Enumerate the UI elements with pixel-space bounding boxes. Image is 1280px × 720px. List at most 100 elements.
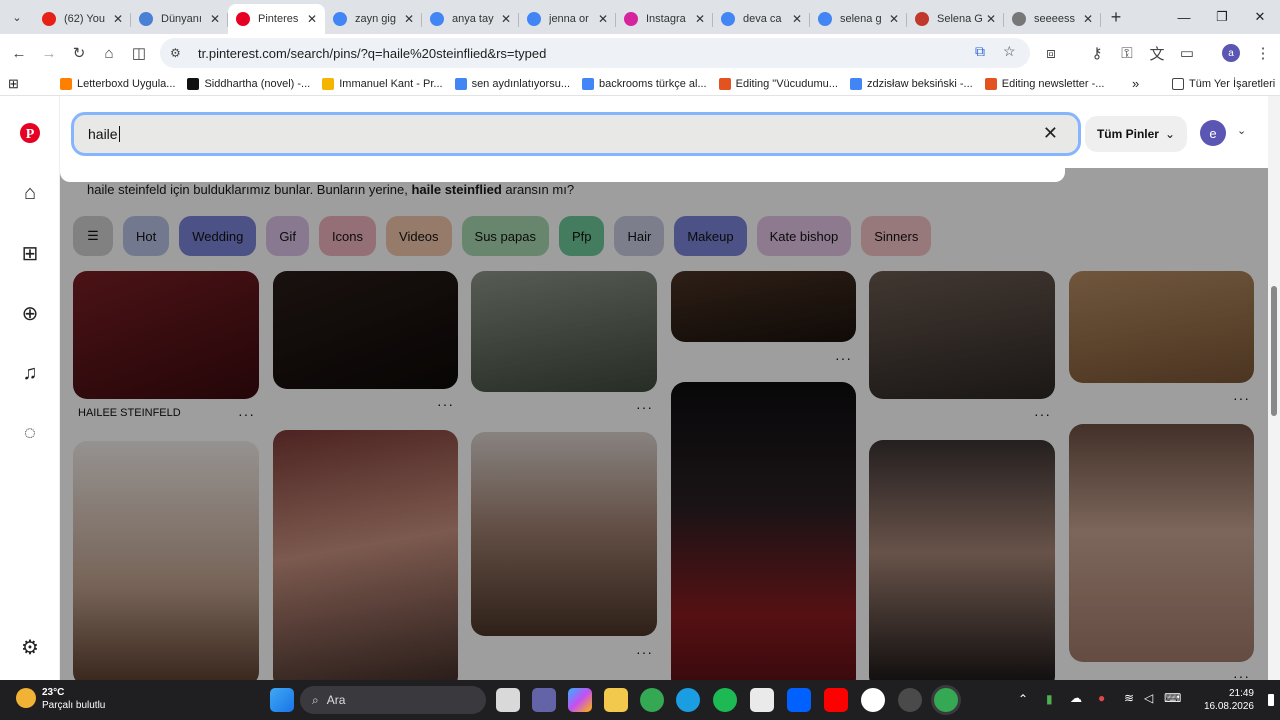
- notifications-bell-icon[interactable]: ♫: [17, 360, 43, 386]
- page-icon: [139, 12, 153, 26]
- reload-button[interactable]: ↻: [64, 38, 94, 68]
- sidepanel-icon[interactable]: ◫: [124, 38, 154, 68]
- new-tab-button[interactable]: +: [1101, 7, 1131, 28]
- bookmark-favicon-icon: [718, 77, 731, 90]
- weather-widget[interactable]: 23°C Parçalı bulutlu: [16, 686, 105, 712]
- filter-dropdown[interactable]: Tüm Pinler ⌄: [1085, 116, 1187, 152]
- app-icon[interactable]: [898, 688, 922, 712]
- key-icon[interactable]: ⚿: [1112, 38, 1142, 68]
- browser-tab[interactable]: Pinteres ✕: [228, 4, 325, 34]
- tray-chevron-icon[interactable]: ⌃: [1018, 692, 1028, 706]
- search-input[interactable]: haile ✕: [71, 112, 1081, 156]
- bookmark-item[interactable]: backrooms türkçe al...: [582, 77, 707, 90]
- close-window-button[interactable]: ✕: [1240, 0, 1280, 34]
- browser-tab[interactable]: (62) You ✕: [34, 4, 131, 34]
- page-scrollbar[interactable]: [1268, 96, 1280, 680]
- bookmark-item[interactable]: Letterboxd Uygula...: [60, 77, 175, 90]
- close-tab-icon[interactable]: ✕: [792, 12, 802, 26]
- bookmark-item[interactable]: sen aydınlatıyorsu...: [454, 77, 570, 90]
- notification-icon[interactable]: [1268, 694, 1274, 706]
- translate-icon[interactable]: 文: [1142, 38, 1172, 68]
- bookmark-item[interactable]: Editing "Vücudumu...: [718, 77, 838, 90]
- store-icon[interactable]: [750, 688, 774, 712]
- task-view-icon[interactable]: [496, 688, 520, 712]
- close-tab-icon[interactable]: ✕: [598, 12, 608, 26]
- dropbox-icon[interactable]: [787, 688, 811, 712]
- chatgpt-icon[interactable]: [861, 688, 885, 712]
- close-tab-icon[interactable]: ✕: [404, 12, 414, 26]
- keyboard-icon[interactable]: ⌨: [1164, 691, 1181, 705]
- bookmark-item[interactable]: Immanuel Kant - Pr...: [322, 77, 443, 90]
- forward-button[interactable]: →: [34, 38, 64, 68]
- tab-title: Dünyanı: [161, 13, 202, 25]
- edge-icon[interactable]: [676, 688, 700, 712]
- pinterest-page: P ⌂ ⊞ ⊕ ♫ ◌ ⚙ haile steinfeld için buldu…: [0, 96, 1280, 680]
- browser-profile-avatar[interactable]: a: [1222, 44, 1240, 62]
- browser-tab[interactable]: Instagra ✕: [616, 4, 713, 34]
- bookmark-item[interactable]: Siddhartha (novel) -...: [187, 77, 310, 90]
- messages-icon[interactable]: ◌: [17, 420, 43, 446]
- password-icon[interactable]: ⚷: [1082, 38, 1112, 68]
- close-tab-icon[interactable]: ✕: [986, 12, 996, 26]
- extensions-icon[interactable]: ⧈: [1036, 38, 1066, 68]
- bookmark-star-icon[interactable]: ☆: [1003, 43, 1016, 60]
- more-bookmarks-icon[interactable]: »: [1132, 76, 1139, 91]
- avatar[interactable]: e: [1200, 120, 1226, 146]
- bookmark-item[interactable]: Editing newsletter -...: [984, 77, 1104, 90]
- browser-tab[interactable]: Selena G ✕: [907, 4, 1004, 34]
- scrollbar-thumb[interactable]: [1271, 286, 1277, 416]
- wifi-icon[interactable]: ≋: [1124, 691, 1134, 705]
- create-icon[interactable]: ⊕: [17, 300, 43, 326]
- back-button[interactable]: ←: [4, 38, 34, 68]
- clear-search-icon[interactable]: ✕: [1043, 123, 1058, 144]
- browser-tab[interactable]: deva ca ✕: [713, 4, 810, 34]
- youtube-icon[interactable]: [824, 688, 848, 712]
- battery-icon[interactable]: ▮: [1046, 692, 1053, 706]
- tab-search-button[interactable]: ⌄: [0, 0, 34, 34]
- tab-list: (62) You ✕ Dünyanı ✕ Pinteres ✕ zayn gig ✕ anya …: [34, 0, 1101, 34]
- browser-tab[interactable]: jenna or ✕: [519, 4, 616, 34]
- browser-tab[interactable]: Dünyanı ✕: [131, 4, 228, 34]
- maximize-button[interactable]: ❐: [1202, 0, 1242, 34]
- site-info-icon[interactable]: ⚙: [170, 46, 190, 60]
- home-button[interactable]: ⌂: [94, 38, 124, 68]
- explore-icon[interactable]: ⊞: [17, 240, 43, 266]
- close-tab-icon[interactable]: ✕: [210, 12, 220, 26]
- close-tab-icon[interactable]: ✕: [695, 12, 705, 26]
- address-bar[interactable]: ⚙ tr.pinterest.com/search/pins/?q=haile%…: [160, 38, 1030, 68]
- browser-tab[interactable]: seeeess ✕: [1004, 4, 1101, 34]
- microphone-icon[interactable]: ●: [1098, 691, 1105, 705]
- apps-grid-icon[interactable]: ⊞: [8, 76, 28, 92]
- minimize-button[interactable]: —: [1164, 0, 1204, 34]
- tab-title: Pinteres: [258, 13, 299, 25]
- search-overlay[interactable]: [60, 96, 1280, 680]
- install-app-icon[interactable]: ⧉: [975, 43, 985, 60]
- close-tab-icon[interactable]: ✕: [1083, 12, 1093, 26]
- browser-tab[interactable]: anya tay ✕: [422, 4, 519, 34]
- browser-tab[interactable]: zayn gig ✕: [325, 4, 422, 34]
- clock[interactable]: 21:49 16.08.2026: [1204, 687, 1254, 713]
- bookmark-item[interactable]: zdzisław beksiński -...: [849, 77, 973, 90]
- chrome-icon[interactable]: [640, 688, 664, 712]
- pinterest-logo-icon[interactable]: P: [17, 120, 43, 146]
- chrome-active-icon[interactable]: [934, 688, 958, 712]
- copilot-icon[interactable]: [568, 688, 592, 712]
- close-tab-icon[interactable]: ✕: [501, 12, 511, 26]
- close-tab-icon[interactable]: ✕: [307, 12, 317, 26]
- start-icon[interactable]: [270, 688, 294, 712]
- volume-icon[interactable]: ◁: [1144, 691, 1153, 705]
- close-tab-icon[interactable]: ✕: [889, 12, 899, 26]
- browser-menu-icon[interactable]: ⋮: [1248, 38, 1278, 68]
- teams-icon[interactable]: [532, 688, 556, 712]
- reading-mode-icon[interactable]: ▭: [1172, 38, 1202, 68]
- spotify-icon[interactable]: [713, 688, 737, 712]
- onedrive-icon[interactable]: ☁: [1070, 691, 1082, 705]
- all-bookmarks-folder[interactable]: Tüm Yer İşaretleri: [1172, 77, 1275, 90]
- browser-tab[interactable]: selena g ✕: [810, 4, 907, 34]
- settings-gear-icon[interactable]: ⚙: [17, 634, 43, 660]
- file-explorer-icon[interactable]: [604, 688, 628, 712]
- home-icon[interactable]: ⌂: [17, 180, 43, 206]
- close-tab-icon[interactable]: ✕: [113, 12, 123, 26]
- account-chevron-down-icon[interactable]: ⌄: [1237, 124, 1246, 137]
- taskbar-search[interactable]: ⌕ Ara: [300, 686, 486, 714]
